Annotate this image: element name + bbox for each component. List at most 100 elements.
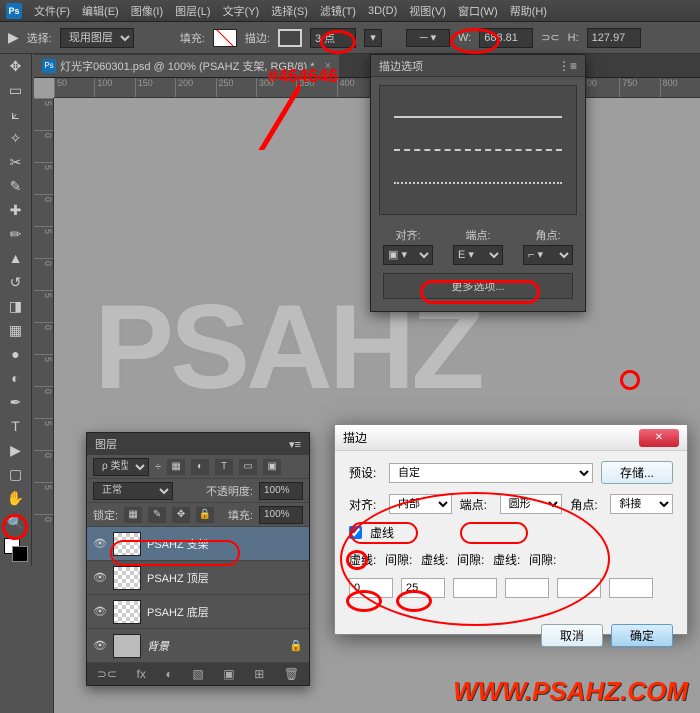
stroke-style-dd[interactable]: ─ ▾ [406,29,450,47]
dash3-input[interactable] [557,578,601,598]
marquee-tool[interactable]: ▭ [2,79,30,101]
shape-tool[interactable]: ▢ [2,463,30,485]
history-brush-tool[interactable]: ↺ [2,271,30,293]
new-layer-icon[interactable]: ⊞ [254,667,264,681]
lock-trans-icon[interactable]: ▦ [124,507,142,523]
visibility-icon[interactable]: 👁 [93,605,107,618]
menu-type[interactable]: 文字(Y) [223,3,260,19]
dodge-tool[interactable]: ◐ [2,367,30,389]
layers-menu-icon[interactable]: ▾≡ [289,438,301,451]
w-input[interactable] [479,28,533,48]
menu-view[interactable]: 视图(V) [409,3,446,19]
fill-opacity-input[interactable] [259,506,303,524]
save-preset-button[interactable]: 存储... [601,461,673,484]
fx-icon[interactable]: fx [137,667,146,681]
fill-swatch[interactable] [213,29,237,47]
filter-adjust-icon[interactable]: ◐ [191,459,209,475]
menu-help[interactable]: 帮助(H) [510,3,547,19]
visibility-icon[interactable]: 👁 [93,639,107,652]
path-select-tool[interactable]: ▶ [2,439,30,461]
layer-row[interactable]: 👁 PSAHZ 底层 [87,595,309,629]
menu-filter[interactable]: 滤镜(T) [320,3,356,19]
layer-row[interactable]: 👁 PSAHZ 顶层 [87,561,309,595]
dash2-input[interactable] [453,578,497,598]
gradient-tool[interactable]: ▦ [2,319,30,341]
visibility-icon[interactable]: 👁 [93,537,107,550]
layer-name[interactable]: 背景 [147,638,169,654]
filter-shape-icon[interactable]: ▭ [239,459,257,475]
filter-type-icon[interactable]: T [215,459,233,475]
lasso-tool[interactable]: ⟀ [2,103,30,125]
move-tool[interactable]: ✥ [2,55,30,77]
dash-checkbox[interactable] [349,526,362,539]
menu-select[interactable]: 选择(S) [271,3,308,19]
stroke-swatch[interactable] [278,29,302,47]
gap2-input[interactable] [505,578,549,598]
eyedrop-tool[interactable]: ✎ [2,175,30,197]
heal-tool[interactable]: ✚ [2,199,30,221]
menu-file[interactable]: 文件(F) [34,3,70,19]
layer-name[interactable]: PSAHZ 支架 [147,536,209,552]
crop-tool[interactable]: ✂ [2,151,30,173]
menu-image[interactable]: 图像(I) [131,3,163,19]
h-input[interactable] [587,28,641,48]
layer-row[interactable]: 👁 PSAHZ 支架 [87,527,309,561]
gap3-input[interactable] [609,578,653,598]
dash1-input[interactable] [349,578,393,598]
background-swatch[interactable] [12,546,28,562]
align-dd[interactable]: ▣ ▾ [383,245,433,265]
menu-layer[interactable]: 图层(L) [175,3,210,19]
stroke-style-dotted[interactable] [394,182,562,184]
dialog-close-button[interactable]: ✕ [639,429,679,447]
blend-mode-dd[interactable]: 正常 [93,482,173,500]
stroke-style-dashed[interactable] [394,149,562,151]
ok-button[interactable]: 确定 [611,624,673,647]
layer-name[interactable]: PSAHZ 底层 [147,604,209,620]
pen-tool[interactable]: ✒ [2,391,30,413]
stroke-style-list[interactable] [379,85,577,215]
menu-3d[interactable]: 3D(D) [368,5,397,17]
select-layer-dropdown[interactable]: 现用图层 [60,28,134,48]
menu-edit[interactable]: 编辑(E) [82,3,119,19]
link-wh-icon[interactable]: ⊃⊂ [541,31,559,44]
lock-move-icon[interactable]: ✥ [172,507,190,523]
gap1-input[interactable] [401,578,445,598]
stroke-width-input[interactable] [310,28,356,48]
brush-tool[interactable]: ✏ [2,223,30,245]
corners-dd[interactable]: ⌐ ▾ [523,245,573,265]
link-layers-icon[interactable]: ⊃⊂ [97,667,117,681]
type-tool[interactable]: T [2,415,30,437]
filter-kind-dd[interactable]: ρ 类型 [93,458,149,476]
dlg-corners-dd[interactable]: 斜接 [610,494,673,514]
adjust-icon[interactable]: ▧ [192,667,203,681]
stamp-tool[interactable]: ▲ [2,247,30,269]
layer-name[interactable]: PSAHZ 顶层 [147,570,209,586]
stroke-width-dd-icon[interactable]: ▾ [364,29,382,47]
trash-icon[interactable]: 🗑 [284,667,299,681]
zoom-tool[interactable]: 🔍 [2,511,30,533]
hand-tool[interactable]: ✋ [2,487,30,509]
preset-dd[interactable]: 自定 [389,463,593,483]
stroke-style-solid[interactable] [394,116,562,118]
wand-tool[interactable]: ✧ [2,127,30,149]
visibility-icon[interactable]: 👁 [93,571,107,584]
layers-tab[interactable]: 图层 [95,436,117,452]
color-swatches[interactable] [4,538,28,562]
blur-tool[interactable]: ● [2,343,30,365]
group-icon[interactable]: ▣ [223,667,234,681]
mask-icon[interactable]: ◐ [165,667,172,681]
cancel-button[interactable]: 取消 [541,624,603,647]
opacity-input[interactable] [259,482,303,500]
caps-dd[interactable]: E ▾ [453,245,503,265]
filter-pixel-icon[interactable]: ▦ [167,459,185,475]
lock-paint-icon[interactable]: ✎ [148,507,166,523]
lock-all-icon[interactable]: 🔒 [196,507,214,523]
layer-row[interactable]: 👁 背景 🔒 [87,629,309,663]
eraser-tool[interactable]: ◨ [2,295,30,317]
dlg-align-dd[interactable]: 内部 [389,494,452,514]
dlg-caps-dd[interactable]: 圆形 [500,494,563,514]
menu-window[interactable]: 窗口(W) [458,3,498,19]
filter-smart-icon[interactable]: ▣ [263,459,281,475]
more-options-button[interactable]: 更多选项... [383,273,573,299]
panel-menu-icon[interactable]: ⋮≡ [558,59,577,73]
